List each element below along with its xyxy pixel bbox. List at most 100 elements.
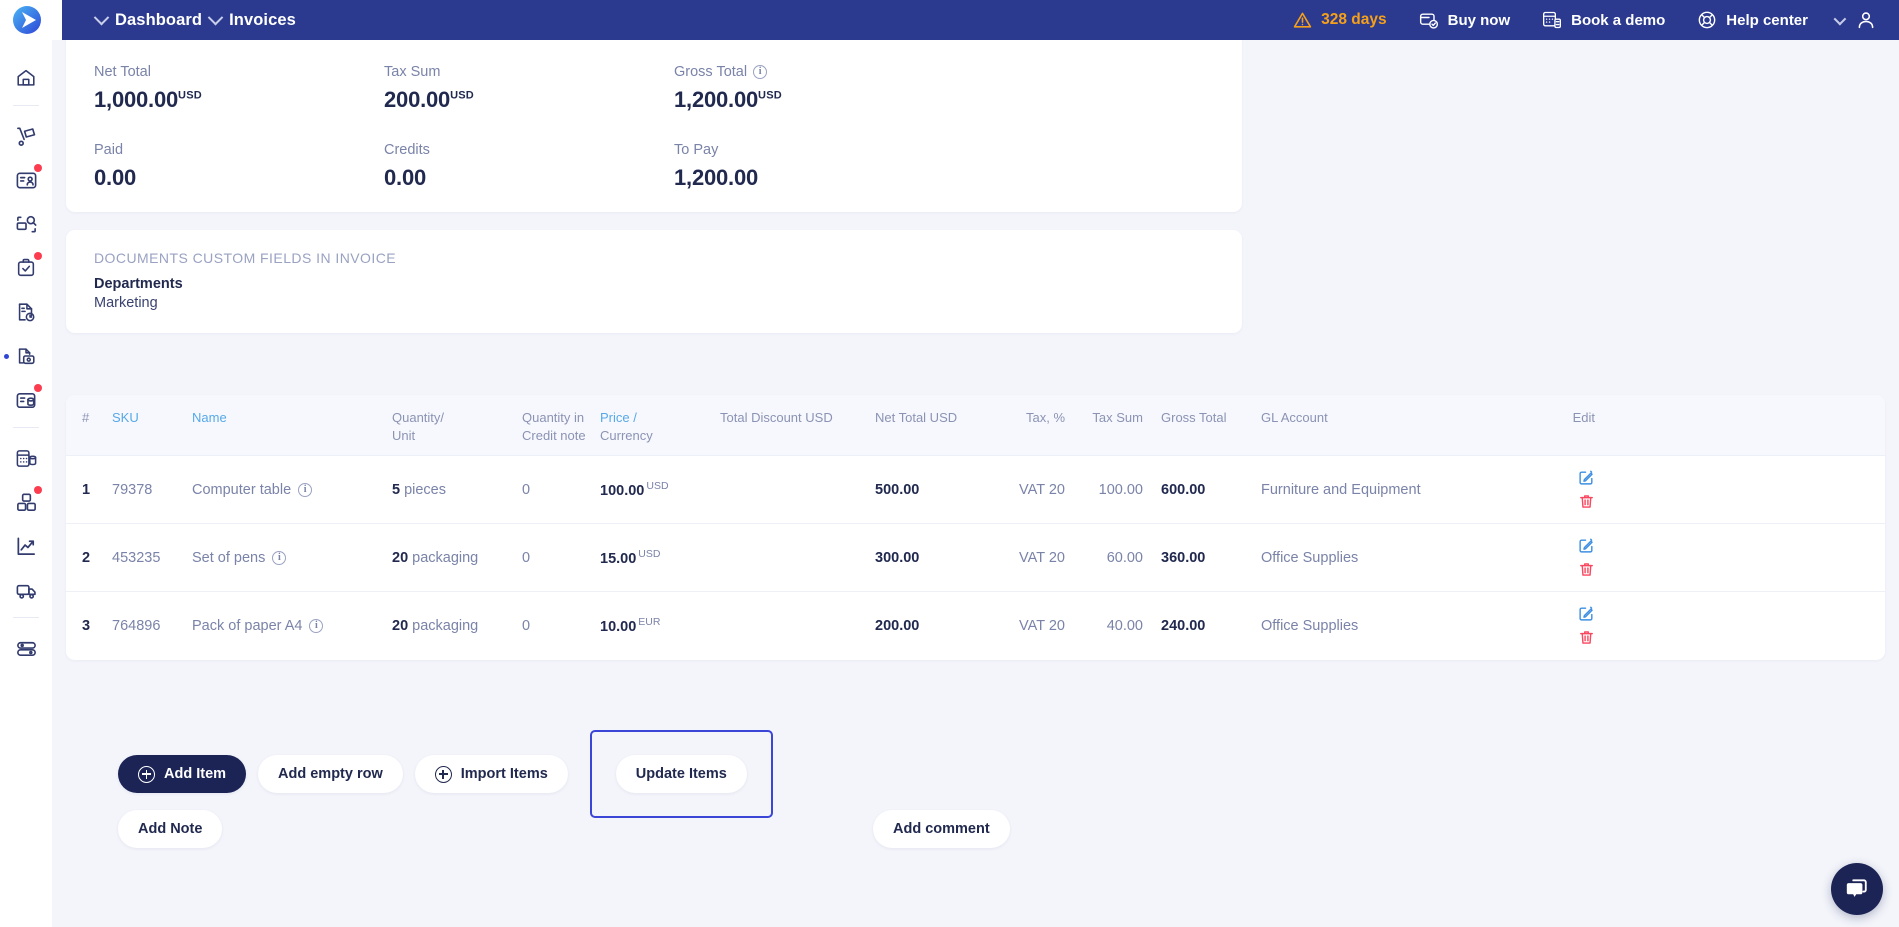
credits-label: Credits xyxy=(384,142,430,158)
cell-quantity: 5 pieces xyxy=(392,481,446,498)
column-header-total-discount: Total Discount USD xyxy=(720,410,833,425)
sidebar-item-inventory[interactable] xyxy=(4,480,48,524)
cell-net-total: 500.00 xyxy=(875,481,920,498)
calculator-db-icon xyxy=(16,449,36,467)
sort-link-price[interactable]: Price / xyxy=(600,410,637,425)
book-a-demo-button[interactable]: Book a demo xyxy=(1526,0,1681,40)
sort-link-name[interactable]: Name xyxy=(192,410,227,425)
chevron-down-icon[interactable] xyxy=(207,9,224,25)
sidebar-item-shipping[interactable] xyxy=(4,568,48,612)
table-row[interactable]: 3 764896 Pack of paper A4 i 20 packaging 0… xyxy=(66,591,1885,659)
total-gross-total: Gross Total i 1,200.00USD xyxy=(674,64,964,113)
clipboard-check-icon xyxy=(17,258,35,277)
help-center-button[interactable]: Help center xyxy=(1681,0,1824,40)
trash-icon[interactable] xyxy=(1578,629,1595,646)
add-item-button[interactable]: Add Item xyxy=(118,755,247,793)
document-clock-icon xyxy=(18,303,35,322)
truck-search-icon xyxy=(16,215,37,233)
info-icon[interactable]: i xyxy=(298,482,313,497)
sidebar-divider xyxy=(13,105,39,106)
custom-field-key: Departments xyxy=(94,276,183,292)
sidebar-item-approvals[interactable] xyxy=(4,246,48,290)
sort-link-sku[interactable]: SKU xyxy=(112,410,139,425)
table-row[interactable]: 2 453235 Set of pens i 20 packaging 0 15.0… xyxy=(66,523,1885,591)
cell-name: Set of pens i xyxy=(188,550,388,566)
info-icon[interactable]: i xyxy=(753,65,768,79)
edit-pencil-icon[interactable] xyxy=(1578,605,1595,622)
price-currency: EUR xyxy=(638,616,661,629)
credits-value: 0.00 xyxy=(384,165,427,190)
breadcrumb-invoices[interactable]: Invoices xyxy=(229,11,296,30)
toggles-icon xyxy=(16,641,36,656)
cell-gl-account: Furniture and Equipment xyxy=(1261,481,1421,498)
net-total-value: 1,000.00USD xyxy=(94,87,202,112)
column-header-gl-account: GL Account xyxy=(1261,410,1328,425)
sidebar-item-invoices[interactable] xyxy=(4,334,48,378)
info-icon[interactable]: i xyxy=(309,618,324,633)
unit-label: packaging xyxy=(412,617,479,634)
edit-pencil-icon[interactable] xyxy=(1578,537,1595,554)
chevron-down-icon xyxy=(1833,12,1847,25)
price-currency: USD xyxy=(646,480,669,493)
cell-quantity-credit-note: 0 xyxy=(522,481,531,498)
contact-card-icon xyxy=(16,171,36,189)
sidebar-item-calculator[interactable] xyxy=(4,436,48,480)
custom-field-value: Marketing xyxy=(94,295,158,311)
notification-badge xyxy=(34,486,42,494)
warning-triangle-icon xyxy=(1293,11,1312,30)
add-empty-row-button[interactable]: Add empty row xyxy=(258,755,403,793)
sidebar-item-home[interactable] xyxy=(4,56,48,100)
card-check-icon xyxy=(1419,10,1439,30)
import-items-button[interactable]: Import Items xyxy=(414,755,568,793)
chevron-down-icon[interactable] xyxy=(93,9,110,25)
add-comment-button[interactable]: Add comment xyxy=(873,810,1010,848)
cell-sku: 764896 xyxy=(112,617,161,634)
info-icon[interactable]: i xyxy=(272,550,287,565)
currency-suffix: USD xyxy=(758,89,782,102)
account-avatar-button[interactable] xyxy=(1851,0,1885,40)
buy-now-button[interactable]: Buy now xyxy=(1403,0,1527,40)
document-money-icon xyxy=(18,348,35,365)
cell-row-actions xyxy=(1517,469,1617,510)
sidebar-item-documents[interactable] xyxy=(4,290,48,334)
sidebar-item-search-orders[interactable] xyxy=(4,202,48,246)
column-header-tax-pct: Tax, % xyxy=(1025,410,1065,425)
cell-gl-account: Office Supplies xyxy=(1261,617,1359,634)
add-note-button[interactable]: Add Note xyxy=(118,810,223,848)
column-header-quantity: Quantity/Unit xyxy=(392,410,445,443)
cell-name: Computer table i xyxy=(188,482,388,498)
sidebar-item-accounting[interactable] xyxy=(4,378,48,422)
delivery-truck-icon xyxy=(16,584,36,599)
currency-suffix: USD xyxy=(178,89,202,102)
sidebar-item-purchasing[interactable] xyxy=(4,114,48,158)
column-header-quantity-credit-note: Quantity in Credit note xyxy=(522,410,586,443)
trash-icon[interactable] xyxy=(1578,493,1595,510)
column-header-index: # xyxy=(82,410,90,425)
price-currency: USD xyxy=(638,548,661,561)
plus-circle-icon xyxy=(434,765,452,783)
cell-price: 10.00 EUR xyxy=(600,616,661,635)
sidebar-divider xyxy=(13,427,39,428)
trash-icon[interactable] xyxy=(1578,561,1595,578)
trial-days-indicator[interactable]: 328 days xyxy=(1277,0,1403,40)
table-row[interactable]: 1 79378 Computer table i 5 pieces 0 100.00… xyxy=(66,455,1885,523)
account-menu-caret[interactable] xyxy=(1824,0,1851,40)
notification-badge xyxy=(34,164,42,172)
to-pay-value: 1,200.00 xyxy=(674,165,759,190)
column-header-name: Name xyxy=(188,409,388,427)
column-header-edit: Edit xyxy=(1572,410,1595,425)
breadcrumb-dashboard[interactable]: Dashboard xyxy=(115,11,202,30)
edit-pencil-icon[interactable] xyxy=(1578,469,1595,486)
sidebar-item-analytics[interactable] xyxy=(4,524,48,568)
sidebar-item-integrations[interactable] xyxy=(4,626,48,670)
plus-circle-icon xyxy=(138,765,155,783)
sidebar-item-contacts[interactable] xyxy=(4,158,48,202)
update-items-button[interactable]: Update Items xyxy=(615,755,747,793)
paid-value: 0.00 xyxy=(94,165,137,190)
cell-net-total: 300.00 xyxy=(875,549,920,566)
chat-widget-button[interactable] xyxy=(1831,863,1883,915)
net-total-label: Net Total xyxy=(94,64,151,80)
item-name-text: Set of pens xyxy=(192,549,266,566)
cell-price: 100.00 USD xyxy=(600,480,669,499)
cell-quantity: 20 packaging xyxy=(392,549,479,566)
